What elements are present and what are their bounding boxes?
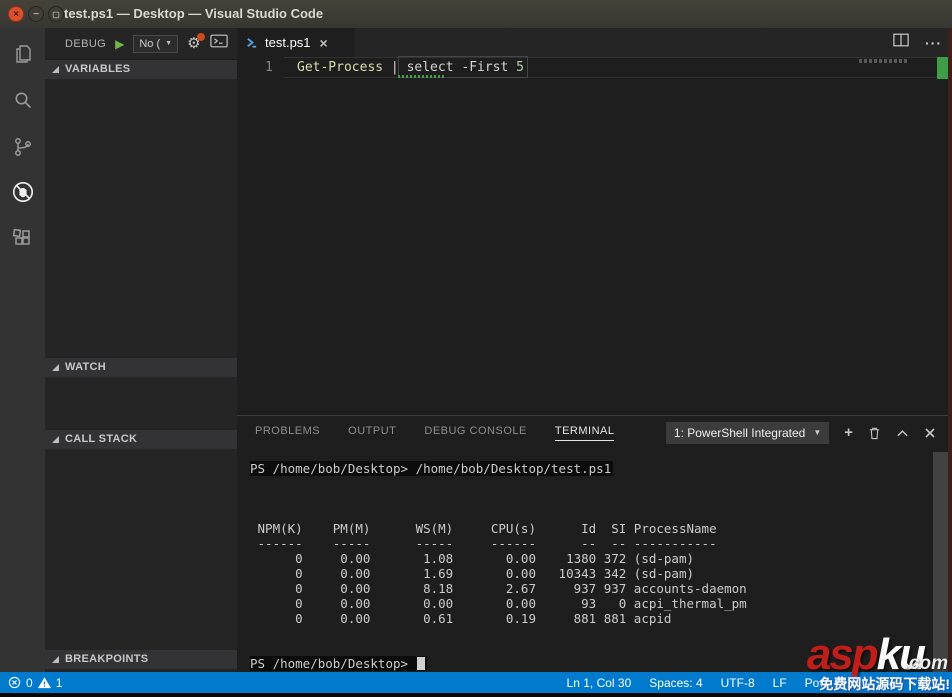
- terminal-scrollbar[interactable]: [933, 452, 948, 672]
- sidebar-section-breakpoints[interactable]: BREAKPOINTS: [45, 650, 237, 669]
- terminal-table-row: 0 0.00 1.69 0.00 10343 342 (sd-pam): [250, 566, 695, 581]
- indentation-status[interactable]: Spaces: 4: [649, 676, 702, 690]
- section-label: WATCH: [65, 361, 107, 373]
- cursor-position-status[interactable]: Ln 1, Col 30: [567, 676, 632, 690]
- code-editor[interactable]: 1 Get-Process | select -First 5: [237, 56, 952, 415]
- tab-debug-console[interactable]: DEBUG CONSOLE: [424, 425, 526, 440]
- section-label: VARIABLES: [65, 63, 131, 75]
- debug-start-button[interactable]: ▶: [115, 37, 124, 51]
- terminal-output[interactable]: PS /home/bob/Desktop> /home/bob/Desktop/…: [237, 449, 937, 673]
- close-panel-icon[interactable]: [924, 427, 936, 439]
- terminal-prompt-line: PS /home/bob/Desktop>: [250, 656, 937, 671]
- line-number: 1: [265, 60, 273, 75]
- title-bar: × − ▢ test.ps1 — Desktop — Visual Studio…: [0, 0, 952, 28]
- code-text: Get-Process | select -First 5: [297, 60, 524, 75]
- tab-problems[interactable]: PROBLEMS: [255, 425, 320, 440]
- chevron-down-icon: ▼: [165, 40, 173, 47]
- new-terminal-icon[interactable]: +: [844, 425, 853, 440]
- debug-toolbar: DEBUG ▶ No ( ▼ ⚙: [45, 28, 237, 60]
- tab-label: test.ps1: [265, 35, 311, 50]
- terminal-table-row: 0 0.00 8.18 2.67 937 937 accounts-daemon: [250, 581, 747, 596]
- warning-count: 1: [55, 675, 63, 690]
- warning-icon: [37, 676, 51, 688]
- debug-sidebar: DEBUG ▶ No ( ▼ ⚙ VARIABLES WATCH CALL ST…: [45, 28, 237, 672]
- tab-test-ps1[interactable]: test.ps1 ×: [237, 28, 355, 57]
- maximize-panel-chevron-icon[interactable]: [896, 428, 909, 438]
- terminal-cursor: [416, 657, 425, 670]
- terminal-table-row: 0 0.00 0.61 0.19 881 881 acpid: [250, 611, 672, 626]
- panel-controls: 1: PowerShell Integrated ▼ +: [665, 421, 952, 444]
- vscode-window: × − ▢ test.ps1 — Desktop — Visual Studio…: [0, 0, 952, 697]
- debug-view-title: DEBUG: [65, 37, 107, 50]
- terminal-table-divider: ------ ----- ----- ------ -- -- --------…: [250, 536, 717, 551]
- encoding-status[interactable]: UTF-8: [721, 676, 755, 690]
- status-bar: 0 1 Ln 1, Col 30 Spaces: 4 UTF-8 LF Pow: [0, 672, 952, 693]
- panel-tab-bar: PROBLEMS OUTPUT DEBUG CONSOLE TERMINAL 1…: [237, 416, 952, 449]
- problems-status[interactable]: 0 1: [8, 672, 62, 693]
- right-edge-strip: [948, 28, 952, 672]
- section-label: BREAKPOINTS: [65, 653, 149, 665]
- terminal-table-row: 0 0.00 0.00 0.00 93 0 acpi_thermal_pm: [250, 596, 747, 611]
- editor-group: test.ps1 × ··· 1 Get-Process | select -F…: [237, 28, 952, 415]
- error-icon: [8, 676, 21, 689]
- window-close-button[interactable]: ×: [8, 6, 24, 22]
- bottom-strip: [0, 693, 952, 697]
- search-icon[interactable]: [0, 80, 45, 120]
- status-right-group: Ln 1, Col 30 Spaces: 4 UTF-8 LF Pow: [567, 672, 828, 693]
- window-minimize-button[interactable]: −: [28, 6, 44, 22]
- debug-icon[interactable]: [0, 172, 45, 212]
- chevron-down-icon: ▼: [813, 428, 822, 437]
- terminal-table-header: NPM(K) PM(M) WS(M) CPU(s) Id SI ProcessN…: [250, 521, 717, 536]
- kill-terminal-trash-icon[interactable]: [868, 426, 881, 440]
- twistie-icon: [52, 436, 59, 443]
- window-maximize-button[interactable]: ▢: [48, 6, 64, 22]
- tab-output[interactable]: OUTPUT: [348, 425, 396, 440]
- debug-settings-gear-button[interactable]: ⚙: [187, 33, 205, 51]
- tab-terminal[interactable]: TERMINAL: [554, 425, 615, 441]
- activity-bar: [0, 28, 45, 672]
- section-label: CALL STACK: [65, 433, 138, 445]
- debug-config-value: No (: [139, 37, 161, 50]
- terminal-table-row: 0 0.00 1.08 0.00 1380 372 (sd-pam): [250, 551, 695, 566]
- minimap[interactable]: [859, 59, 909, 63]
- debug-console-toggle-button[interactable]: [209, 34, 228, 53]
- split-editor-icon[interactable]: [893, 33, 909, 52]
- debug-config-dropdown[interactable]: No ( ▼: [133, 34, 179, 53]
- explorer-icon[interactable]: [0, 34, 45, 74]
- error-count: 0: [26, 675, 33, 690]
- gear-notification-badge: [196, 33, 205, 41]
- extensions-icon[interactable]: [0, 218, 45, 258]
- editor-tab-bar: test.ps1 × ···: [237, 28, 952, 57]
- terminal-line: PS /home/bob/Desktop> /home/bob/Desktop/…: [250, 461, 614, 476]
- sidebar-section-watch[interactable]: WATCH: [45, 358, 237, 377]
- twistie-icon: [52, 66, 59, 73]
- tab-close-icon[interactable]: ×: [320, 35, 328, 51]
- sidebar-section-call-stack[interactable]: CALL STACK: [45, 430, 237, 449]
- code-line-1: 1 Get-Process | select -First 5: [237, 56, 952, 79]
- eol-status[interactable]: LF: [773, 676, 787, 690]
- editor-actions: ···: [893, 28, 942, 57]
- terminal-picker-dropdown[interactable]: 1: PowerShell Integrated ▼: [665, 421, 830, 444]
- more-actions-icon[interactable]: ···: [925, 35, 942, 51]
- twistie-icon: [52, 364, 59, 371]
- source-control-icon[interactable]: [0, 127, 45, 167]
- terminal-picker-value: 1: PowerShell Integrated: [673, 425, 806, 440]
- powershell-file-icon: [247, 38, 257, 48]
- window-title: test.ps1 — Desktop — Visual Studio Code: [64, 6, 324, 21]
- twistie-icon: [52, 656, 59, 663]
- language-mode-status[interactable]: Pow: [805, 676, 828, 690]
- sidebar-section-variables[interactable]: VARIABLES: [45, 60, 237, 79]
- bottom-panel: PROBLEMS OUTPUT DEBUG CONSOLE TERMINAL 1…: [237, 415, 952, 672]
